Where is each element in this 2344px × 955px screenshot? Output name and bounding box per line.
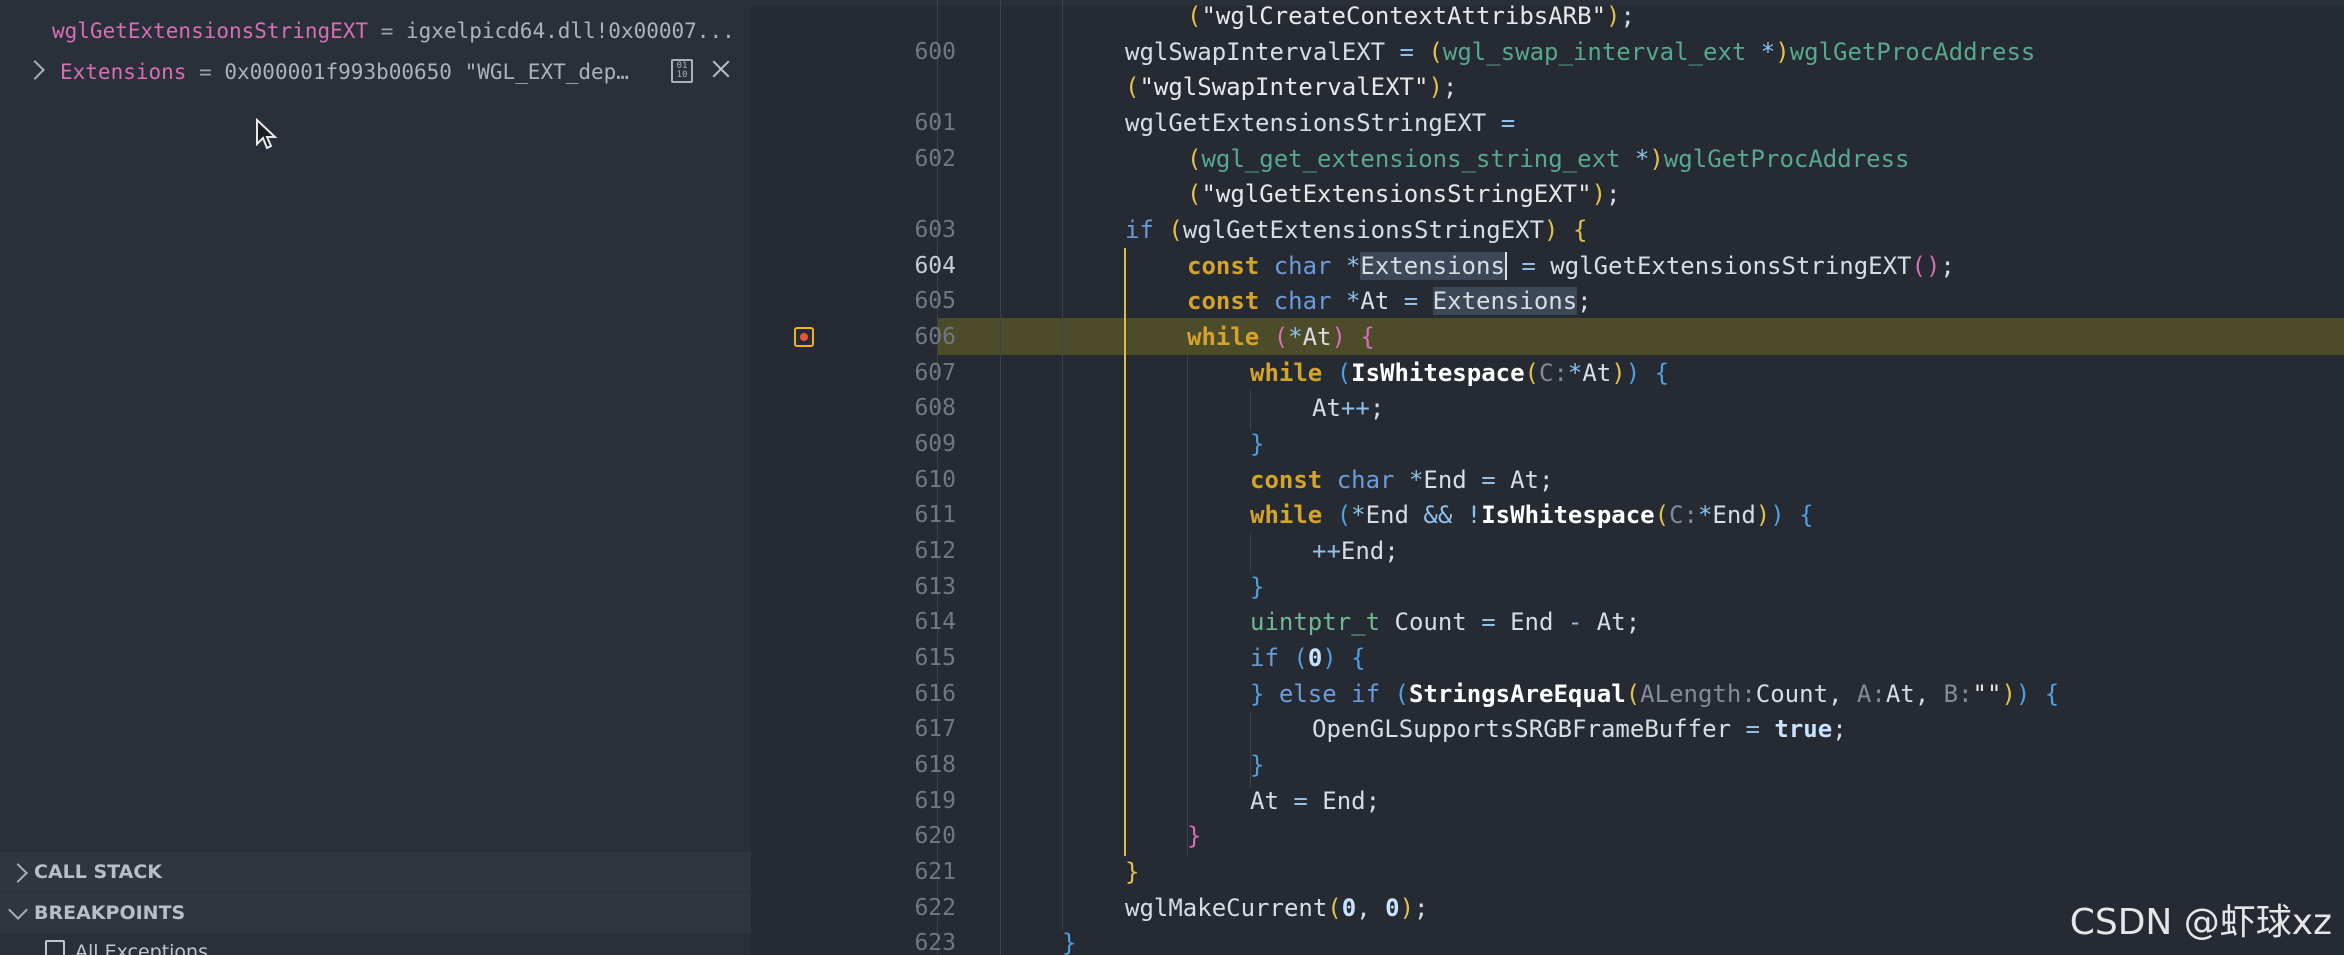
- code-editor[interactable]: 600 601 602 603 604 605 606 607 608 609 …: [751, 0, 2344, 955]
- code-line[interactable]: uintptr_t Count = End - At;: [1250, 604, 1640, 640]
- code-line[interactable]: wglGetExtensionsStringEXT =: [1125, 105, 1515, 141]
- watch-item-value: igxelpicd64.dll!0x00007...: [406, 19, 735, 43]
- code-line[interactable]: while (*At) {: [1187, 319, 1375, 355]
- call-stack-section-header[interactable]: CALL STACK: [0, 852, 751, 892]
- checkbox[interactable]: [45, 940, 65, 955]
- watch-item-name: Extensions: [60, 60, 187, 84]
- code-line[interactable]: ("wglGetExtensionsStringEXT");: [1187, 176, 1621, 212]
- code-line[interactable]: }: [1250, 426, 1264, 462]
- line-number: 601: [914, 110, 956, 136]
- line-number: 621: [914, 859, 956, 885]
- code-line[interactable]: const char *End = At;: [1250, 462, 1553, 498]
- line-number: 615: [914, 645, 956, 671]
- line-number: 616: [914, 681, 956, 707]
- line-number: 606: [914, 324, 956, 350]
- line-number: 614: [914, 609, 956, 635]
- chevron-down-icon: [8, 900, 28, 920]
- code-line[interactable]: if (0) {: [1250, 640, 1366, 676]
- line-number: 611: [914, 502, 956, 528]
- current-execution-line-highlight: [938, 318, 2344, 355]
- line-number: 603: [914, 217, 956, 243]
- watch-item-name: wglGetExtensionsStringEXT: [52, 19, 369, 43]
- line-number: 620: [914, 823, 956, 849]
- code-line[interactable]: }: [1062, 925, 1076, 955]
- watch-item-value: 0x000001f993b00650 "WGL_EXT_dep…: [224, 60, 629, 84]
- chevron-right-icon: [8, 863, 28, 883]
- watch-item[interactable]: wglGetExtensionsStringEXT = igxelpicd64.…: [52, 13, 735, 49]
- line-number: 618: [914, 752, 956, 778]
- line-number: 623: [914, 930, 956, 955]
- code-line[interactable]: At = End;: [1250, 783, 1380, 819]
- debug-variables-panel: wglGetExtensionsStringEXT = igxelpicd64.…: [0, 0, 751, 955]
- line-number: 617: [914, 716, 956, 742]
- line-number: 622: [914, 895, 956, 921]
- line-number: 604: [914, 253, 956, 279]
- code-line[interactable]: }: [1250, 569, 1264, 605]
- line-number: 605: [914, 288, 956, 314]
- line-number: 602: [914, 146, 956, 172]
- watermark: CSDN @虾球xz: [2069, 902, 2332, 943]
- breakpoints-section-header[interactable]: BREAKPOINTS: [0, 893, 751, 933]
- code-line[interactable]: } else if (StringsAreEqual(ALength:Count…: [1250, 676, 2059, 712]
- code-line[interactable]: At++;: [1312, 390, 1384, 426]
- code-line[interactable]: }: [1187, 818, 1201, 854]
- code-line[interactable]: (wgl_get_extensions_string_ext *)wglGetP…: [1187, 141, 1909, 177]
- code-line[interactable]: while (*End && !IsWhitespace(C:*End)) {: [1250, 497, 1814, 533]
- line-number: 612: [914, 538, 956, 564]
- code-line[interactable]: if (wglGetExtensionsStringEXT) {: [1125, 212, 1587, 248]
- code-line[interactable]: while (IsWhitespace(C:*At)) {: [1250, 355, 1669, 391]
- line-number: 608: [914, 395, 956, 421]
- watch-item[interactable]: Extensions = 0x000001f993b00650 "WGL_EXT…: [25, 54, 629, 90]
- line-number: 613: [914, 574, 956, 600]
- line-number: 609: [914, 431, 956, 457]
- code-line[interactable]: ("wglCreateContextAttribsARB");: [1187, 0, 1635, 34]
- breakpoint-marker-icon[interactable]: [794, 327, 814, 347]
- line-number: 619: [914, 788, 956, 814]
- view-binary-icon[interactable]: 01 10: [671, 59, 693, 83]
- mouse-cursor-icon: [256, 118, 278, 150]
- code-line[interactable]: }: [1250, 747, 1264, 783]
- code-line[interactable]: ++End;: [1312, 533, 1399, 569]
- breakpoint-all-exceptions[interactable]: All Exceptions: [45, 940, 208, 955]
- code-line[interactable]: wglSwapIntervalEXT = (wgl_swap_interval_…: [1125, 34, 2035, 70]
- code-line[interactable]: ("wglSwapIntervalEXT");: [1125, 69, 1457, 105]
- code-line[interactable]: OpenGLSupportsSRGBFrameBuffer = true;: [1312, 711, 1847, 747]
- code-line[interactable]: const char *Extensions = wglGetExtension…: [1187, 248, 1955, 284]
- code-line[interactable]: wglMakeCurrent(0, 0);: [1125, 890, 1428, 926]
- chevron-right-icon[interactable]: [25, 60, 45, 80]
- line-number: 600: [914, 39, 956, 65]
- line-number: 610: [914, 467, 956, 493]
- line-number: 607: [914, 360, 956, 386]
- code-line[interactable]: const char *At = Extensions;: [1187, 283, 1592, 319]
- code-line[interactable]: }: [1125, 854, 1139, 890]
- close-icon[interactable]: [708, 56, 734, 82]
